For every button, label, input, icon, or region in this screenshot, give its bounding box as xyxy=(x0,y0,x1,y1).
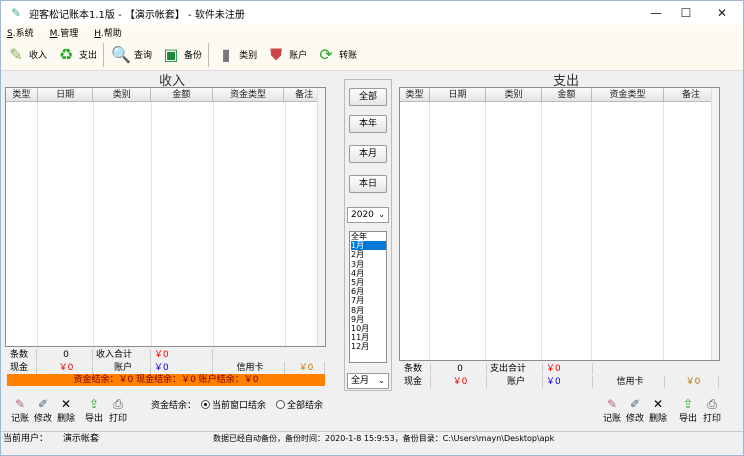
money-icon: ♻ xyxy=(58,45,74,64)
list-item[interactable]: 8月 xyxy=(351,306,386,315)
list-item[interactable]: 11月 xyxy=(351,333,386,342)
radio-all-balance[interactable]: 全部结余 xyxy=(276,398,323,411)
record-button[interactable]: ✎ 记账 xyxy=(603,397,621,424)
export-button[interactable]: ⇪ 导出 xyxy=(85,397,103,424)
column-header[interactable]: 资金类型 xyxy=(592,88,664,101)
edit-button[interactable]: ✐ 修改 xyxy=(34,397,52,424)
book-icon: ▮ xyxy=(221,45,231,64)
pen-book-icon: ✎ xyxy=(9,45,23,64)
menu-help[interactable]: H.帮助 xyxy=(94,26,122,39)
expense-button[interactable]: ♻ 支出 xyxy=(51,41,101,69)
year-select[interactable]: 2020 ⌄ xyxy=(347,207,389,223)
column-header[interactable]: 类别 xyxy=(486,88,542,101)
column-header[interactable]: 类别 xyxy=(93,88,152,101)
list-item[interactable]: 2月 xyxy=(351,250,386,259)
income-button[interactable]: ✎ 收入 xyxy=(1,41,51,69)
chevron-down-icon: ⌄ xyxy=(378,210,385,219)
edit-button[interactable]: ✐ 修改 xyxy=(626,397,644,424)
income-balance-row: 现金 ￥0 账户 ￥0 信用卡 ￥0 xyxy=(7,362,325,374)
menu-manage[interactable]: M.管理 xyxy=(50,26,79,39)
status-bar: 当前用户： 演示帐套 数据已经自动备份，备份时间：2020-1-8 15:9:5… xyxy=(1,431,743,445)
radio-current-window[interactable]: 当前窗口结余 xyxy=(201,398,266,411)
column-header[interactable]: 日期 xyxy=(38,88,94,101)
list-item[interactable]: 12月 xyxy=(351,342,386,351)
list-item[interactable]: 5月 xyxy=(351,278,386,287)
backup-button[interactable]: ▣ 备份 xyxy=(156,41,206,69)
backup-status: 数据已经自动备份，备份时间：2020-1-8 15:9:53，备份目录：C:\U… xyxy=(213,434,555,443)
month-list[interactable]: 全年 1月 2月 3月 4月 5月 6月 7月 8月 9月 10月 11月 12… xyxy=(349,231,387,363)
filter-year-button[interactable]: 本年 xyxy=(349,115,387,133)
list-item[interactable]: 7月 xyxy=(351,296,386,305)
print-button[interactable]: ⎙ 打印 xyxy=(703,397,721,424)
filter-day-button[interactable]: 本日 xyxy=(349,175,387,193)
export-button[interactable]: ⇪ 导出 xyxy=(679,397,697,424)
radio-checked-icon xyxy=(201,400,210,409)
expense-scrollbar[interactable] xyxy=(711,88,719,360)
query-button[interactable]: 🔍 查询 xyxy=(106,41,156,69)
chevron-down-icon: ⌄ xyxy=(378,376,385,385)
export-icon: ⇪ xyxy=(682,397,694,411)
income-scrollbar[interactable] xyxy=(317,88,325,346)
income-balance-summary: 资金结余：￥0 现金结余：￥0 账户结余：￥0 xyxy=(7,374,325,386)
filter-month-button[interactable]: 本月 xyxy=(349,145,387,163)
refresh-icon: ⟳ xyxy=(319,45,333,64)
column-header[interactable]: 类型 xyxy=(400,88,430,101)
list-item[interactable]: 3月 xyxy=(351,260,386,269)
current-user-label: 当前用户： xyxy=(3,434,49,444)
list-item[interactable]: 1月 xyxy=(351,241,386,251)
list-item[interactable]: 10月 xyxy=(351,324,386,333)
floppy-icon: ▣ xyxy=(163,45,179,64)
app-logo-icon: ✎ xyxy=(10,6,22,20)
close-button[interactable]: ✕ xyxy=(703,1,741,25)
expense-balance-row: 现金 ￥0 账户 ￥0 信用卡 ￥0 xyxy=(401,376,719,388)
radio-unchecked-icon xyxy=(276,400,285,409)
account-button[interactable]: ⛊ 账户 xyxy=(261,41,311,69)
current-user-value: 演示帐套 xyxy=(63,434,100,444)
filter-all-button[interactable]: 全部 xyxy=(349,88,387,106)
income-table-header: 类型 日期 类别 金额 资金类型 备注 xyxy=(6,88,325,102)
column-header[interactable]: 资金类型 xyxy=(213,88,285,101)
menu-system[interactable]: S.系统 xyxy=(7,26,34,39)
notebook-icon: ✎ xyxy=(606,397,618,411)
column-header[interactable]: 类型 xyxy=(6,88,38,101)
edit-icon: ✐ xyxy=(37,397,49,411)
column-header[interactable]: 金额 xyxy=(151,88,213,101)
shield-icon: ⛊ xyxy=(270,44,283,64)
income-count-row: 条数 0 收入合计 ￥0 xyxy=(7,349,325,361)
printer-icon: ⎙ xyxy=(113,397,123,411)
delete-x-icon: ✕ xyxy=(60,397,72,411)
month-select[interactable]: 全月 ⌄ xyxy=(347,373,389,389)
delete-x-icon: ✕ xyxy=(652,397,664,411)
delete-button[interactable]: ✕ 删除 xyxy=(649,397,667,424)
toolbar-separator xyxy=(208,42,210,67)
list-item[interactable]: 全年 xyxy=(351,232,386,241)
expense-table-header: 类型 日期 类别 金额 资金类型 备注 xyxy=(400,88,719,102)
window-title: 迎客松记账本1.1版 - 【演示帐套】 - 软件未注册 xyxy=(29,9,245,21)
edit-icon: ✐ xyxy=(629,397,641,411)
toolbar: ✎ 收入 ♻ 支出 🔍 查询 ▣ 备份 ▮ 类别 ⛊ 账户 ⟳ 转账 xyxy=(1,39,743,71)
record-button[interactable]: ✎ 记账 xyxy=(11,397,29,424)
category-button[interactable]: ▮ 类别 xyxy=(211,41,261,69)
app-window: ✎ 迎客松记账本1.1版 - 【演示帐套】 - 软件未注册 — ☐ ✕ S.系统… xyxy=(0,0,744,456)
menu-bar: S.系统 M.管理 H.帮助 xyxy=(1,25,743,39)
column-header[interactable]: 日期 xyxy=(430,88,486,101)
title-bar: ✎ 迎客松记账本1.1版 - 【演示帐套】 - 软件未注册 — ☐ ✕ xyxy=(1,1,743,25)
printer-icon: ⎙ xyxy=(707,397,717,411)
magnifier-icon: 🔍 xyxy=(111,45,131,64)
maximize-button[interactable]: ☐ xyxy=(667,1,705,25)
delete-button[interactable]: ✕ 删除 xyxy=(57,397,75,424)
transfer-button[interactable]: ⟳ 转账 xyxy=(311,41,361,69)
toolbar-separator xyxy=(103,42,105,67)
list-item[interactable]: 4月 xyxy=(351,269,386,278)
income-table[interactable]: 类型 日期 类别 金额 资金类型 备注 xyxy=(5,87,326,347)
list-item[interactable]: 6月 xyxy=(351,287,386,296)
column-header[interactable]: 金额 xyxy=(542,88,592,101)
expense-count-row: 条数 0 支出合计 ￥0 xyxy=(401,363,719,375)
print-button[interactable]: ⎙ 打印 xyxy=(109,397,127,424)
notebook-icon: ✎ xyxy=(14,397,26,411)
expense-table[interactable]: 类型 日期 类别 金额 资金类型 备注 xyxy=(399,87,720,361)
list-item[interactable]: 9月 xyxy=(351,315,386,324)
export-icon: ⇪ xyxy=(88,397,100,411)
balance-mode-label: 资金结余： xyxy=(151,401,197,411)
